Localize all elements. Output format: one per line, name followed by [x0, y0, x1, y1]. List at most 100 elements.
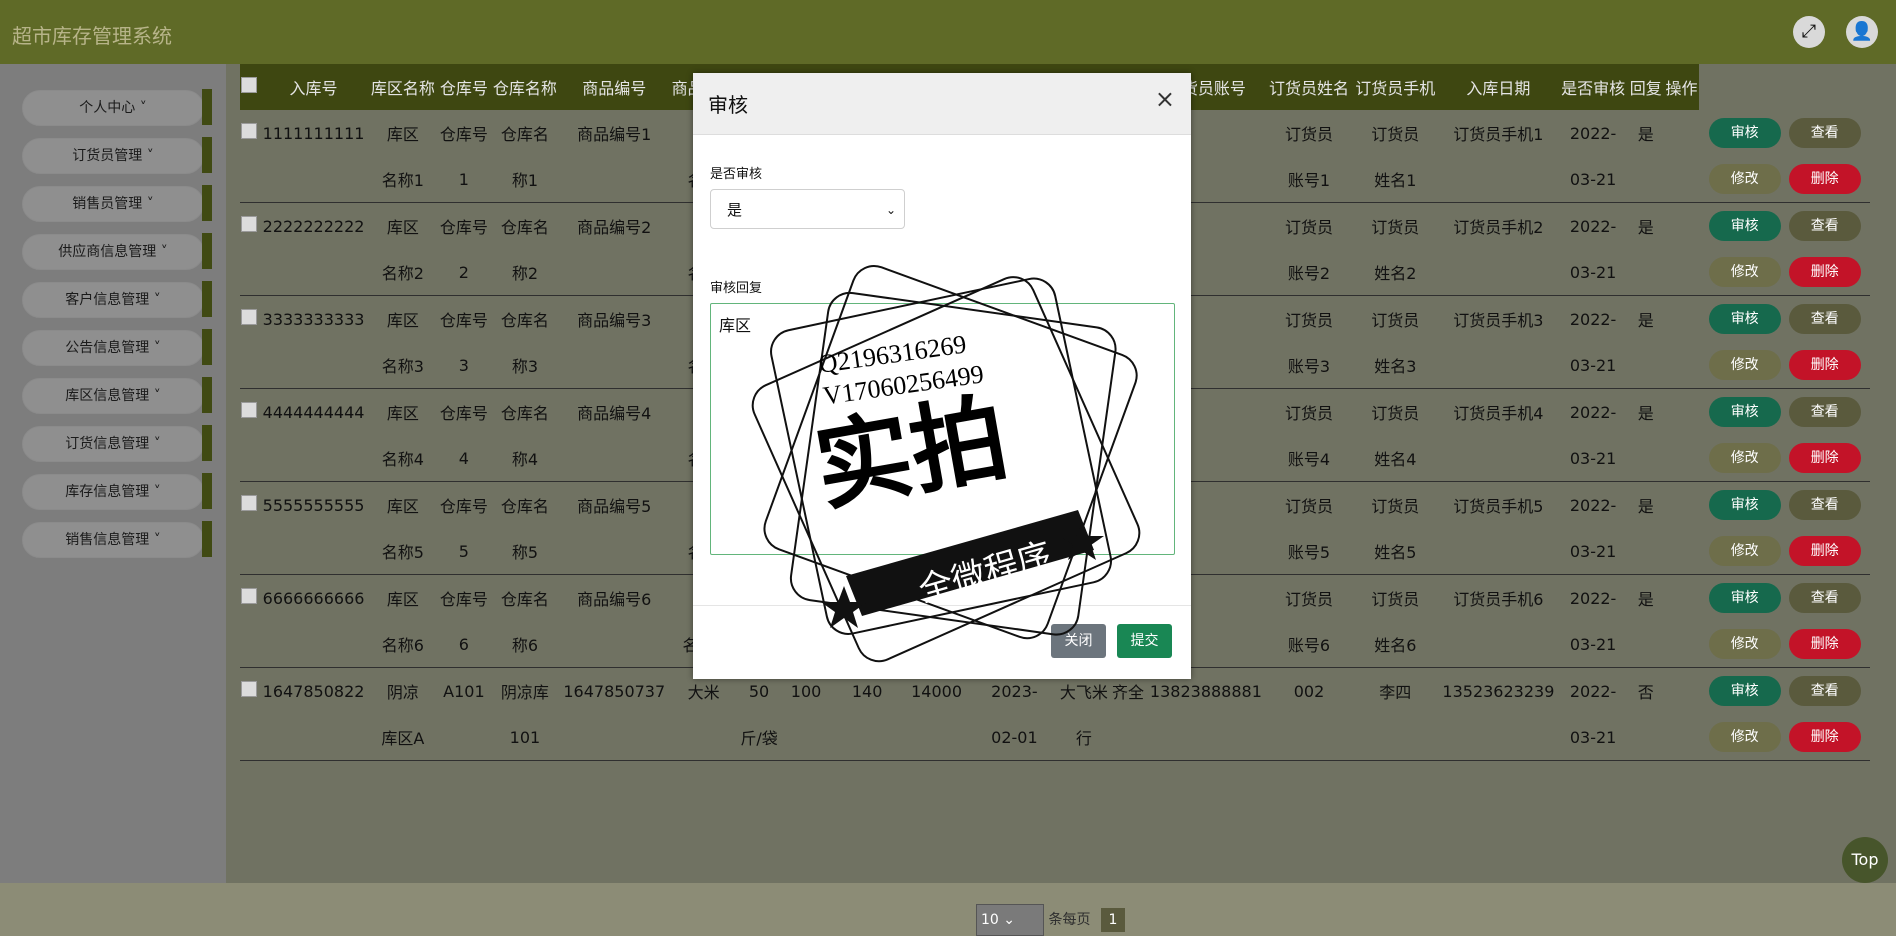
modal-header: 审核 × — [693, 73, 1191, 135]
row-checkbox[interactable] — [241, 681, 258, 697]
sidebar-accent — [202, 89, 212, 125]
edit-button[interactable]: 修改 — [1708, 722, 1781, 752]
row-checkbox-cell[interactable] — [240, 389, 259, 436]
table-cell — [1664, 203, 1700, 250]
audit-button[interactable]: 审核 — [1708, 397, 1781, 427]
row-checkbox-cell[interactable] — [240, 203, 259, 250]
row-checkbox-cell[interactable] — [240, 296, 259, 343]
delete-button[interactable]: 删除 — [1788, 443, 1861, 473]
table-header[interactable]: 仓库名称 — [490, 64, 560, 110]
view-button[interactable]: 查看 — [1788, 211, 1861, 241]
table-cell — [779, 714, 833, 761]
table-header[interactable]: 订货员手机 — [1352, 64, 1439, 110]
view-button[interactable]: 查看 — [1788, 397, 1861, 427]
table-cell: 2022- — [1569, 309, 1617, 329]
table-cell: 1647850822 — [262, 681, 365, 701]
sidebar-item-supplier[interactable]: 供应商信息管理 ˅ — [22, 234, 204, 270]
table-header[interactable]: 是否审核 — [1558, 64, 1628, 110]
row-checkbox[interactable] — [241, 309, 258, 325]
row-checkbox-cell[interactable] — [240, 575, 259, 622]
table-header[interactable]: 库区名称 — [368, 64, 438, 110]
table-header[interactable]: 入库号 — [258, 64, 369, 110]
row-checkbox-cell[interactable] — [240, 482, 259, 529]
audit-button[interactable]: 审核 — [1708, 118, 1781, 148]
row-checkbox[interactable] — [241, 402, 258, 418]
delete-button[interactable]: 删除 — [1788, 350, 1861, 380]
back-to-top-button[interactable]: Top — [1842, 837, 1888, 883]
user-icon[interactable]: 👤 — [1846, 16, 1878, 48]
view-button[interactable]: 查看 — [1788, 490, 1861, 520]
sidebar-item-zone[interactable]: 库区信息管理 ˅ — [22, 378, 204, 414]
chevron-down-icon: ⌄ — [885, 203, 896, 217]
audit-status-select[interactable]: 是 ⌄ — [710, 189, 905, 229]
audit-button[interactable]: 审核 — [1708, 676, 1781, 706]
sidebar-accent — [202, 473, 212, 509]
table-cell — [258, 342, 369, 389]
sidebar-item-order-info[interactable]: 订货信息管理 ˅ — [22, 426, 204, 462]
sidebar-item-personal[interactable]: 个人中心 ˅ — [22, 90, 204, 126]
table-cell: A101 — [443, 681, 485, 701]
sidebar-item-orders-staff[interactable]: 订货员管理 ˅ — [22, 138, 204, 174]
sidebar-accent — [202, 185, 212, 221]
view-button[interactable]: 查看 — [1788, 583, 1861, 613]
row-actions-cell: 修改 删除 — [1699, 528, 1870, 575]
table-header[interactable]: 订货员姓名 — [1265, 64, 1353, 110]
delete-button[interactable]: 删除 — [1788, 722, 1861, 752]
table-cell: 订货员手机1 — [1453, 125, 1544, 144]
row-checkbox-cell[interactable] — [240, 668, 259, 715]
table-cell: 库区 — [386, 404, 419, 423]
sidebar-accent — [202, 281, 212, 317]
row-checkbox[interactable] — [241, 588, 258, 604]
audit-button[interactable]: 审核 — [1708, 211, 1781, 241]
table-cell: 账号6 — [1265, 621, 1353, 668]
row-actions-cell: 审核 查看 — [1699, 575, 1870, 622]
table-cell — [1663, 342, 1700, 389]
audit-button[interactable]: 审核 — [1708, 583, 1781, 613]
row-checkbox[interactable] — [241, 123, 258, 139]
table-cell: 03-21 — [1558, 156, 1628, 203]
table-cell: 账号3 — [1265, 342, 1353, 389]
table-header[interactable]: 商品编号 — [559, 64, 669, 110]
table-header[interactable]: 仓库号 — [437, 64, 491, 110]
audit-button[interactable]: 审核 — [1708, 490, 1781, 520]
sidebar-item-inventory[interactable]: 库存信息管理 ˅ — [22, 474, 204, 510]
sidebar-item-customer[interactable]: 客户信息管理 ˅ — [22, 282, 204, 318]
edit-button[interactable]: 修改 — [1708, 629, 1781, 659]
row-checkbox-cell[interactable] — [240, 110, 259, 156]
view-button[interactable]: 查看 — [1788, 676, 1861, 706]
edit-button[interactable]: 修改 — [1708, 536, 1781, 566]
sidebar-item-notice[interactable]: 公告信息管理 ˅ — [22, 330, 204, 366]
edit-button[interactable]: 修改 — [1708, 443, 1781, 473]
table-cell: 订货员手机5 — [1453, 497, 1544, 516]
table-cell — [1438, 528, 1559, 575]
table-cell: 仓库名 — [500, 218, 549, 237]
table-cell: 6666666666 — [262, 588, 365, 608]
row-checkbox[interactable] — [241, 216, 258, 232]
current-page-button[interactable]: 1 — [1100, 908, 1125, 932]
audit-button[interactable]: 审核 — [1708, 304, 1781, 334]
edit-button[interactable]: 修改 — [1708, 350, 1781, 380]
view-button[interactable]: 查看 — [1788, 304, 1861, 334]
table-header[interactable]: 回复 — [1627, 64, 1664, 110]
table-header-select[interactable] — [240, 64, 259, 110]
table-cell — [559, 528, 669, 575]
delete-button[interactable]: 删除 — [1788, 164, 1861, 194]
table-cell: 行 — [1057, 714, 1111, 761]
edit-button[interactable]: 修改 — [1708, 164, 1781, 194]
audit-status-value: 是 — [727, 201, 743, 219]
close-icon[interactable]: × — [1155, 85, 1175, 113]
page-size-select[interactable]: 10 ⌄ — [976, 904, 1044, 936]
view-button[interactable]: 查看 — [1788, 118, 1861, 148]
table-cell: 1111111111 — [262, 123, 365, 143]
table-cell: 是 — [1637, 218, 1654, 237]
sidebar-item-sales-staff[interactable]: 销售员管理 ˅ — [22, 186, 204, 222]
delete-button[interactable]: 删除 — [1788, 629, 1861, 659]
row-checkbox[interactable] — [241, 495, 258, 511]
table-header[interactable]: 入库日期 — [1438, 64, 1559, 110]
fullscreen-icon[interactable]: ⤢ — [1793, 16, 1825, 48]
sidebar-item-sales-info[interactable]: 销售信息管理 ˅ — [22, 522, 204, 558]
delete-button[interactable]: 删除 — [1788, 536, 1861, 566]
table-cell: 订货员 — [1285, 311, 1334, 330]
delete-button[interactable]: 删除 — [1788, 257, 1861, 287]
edit-button[interactable]: 修改 — [1708, 257, 1781, 287]
